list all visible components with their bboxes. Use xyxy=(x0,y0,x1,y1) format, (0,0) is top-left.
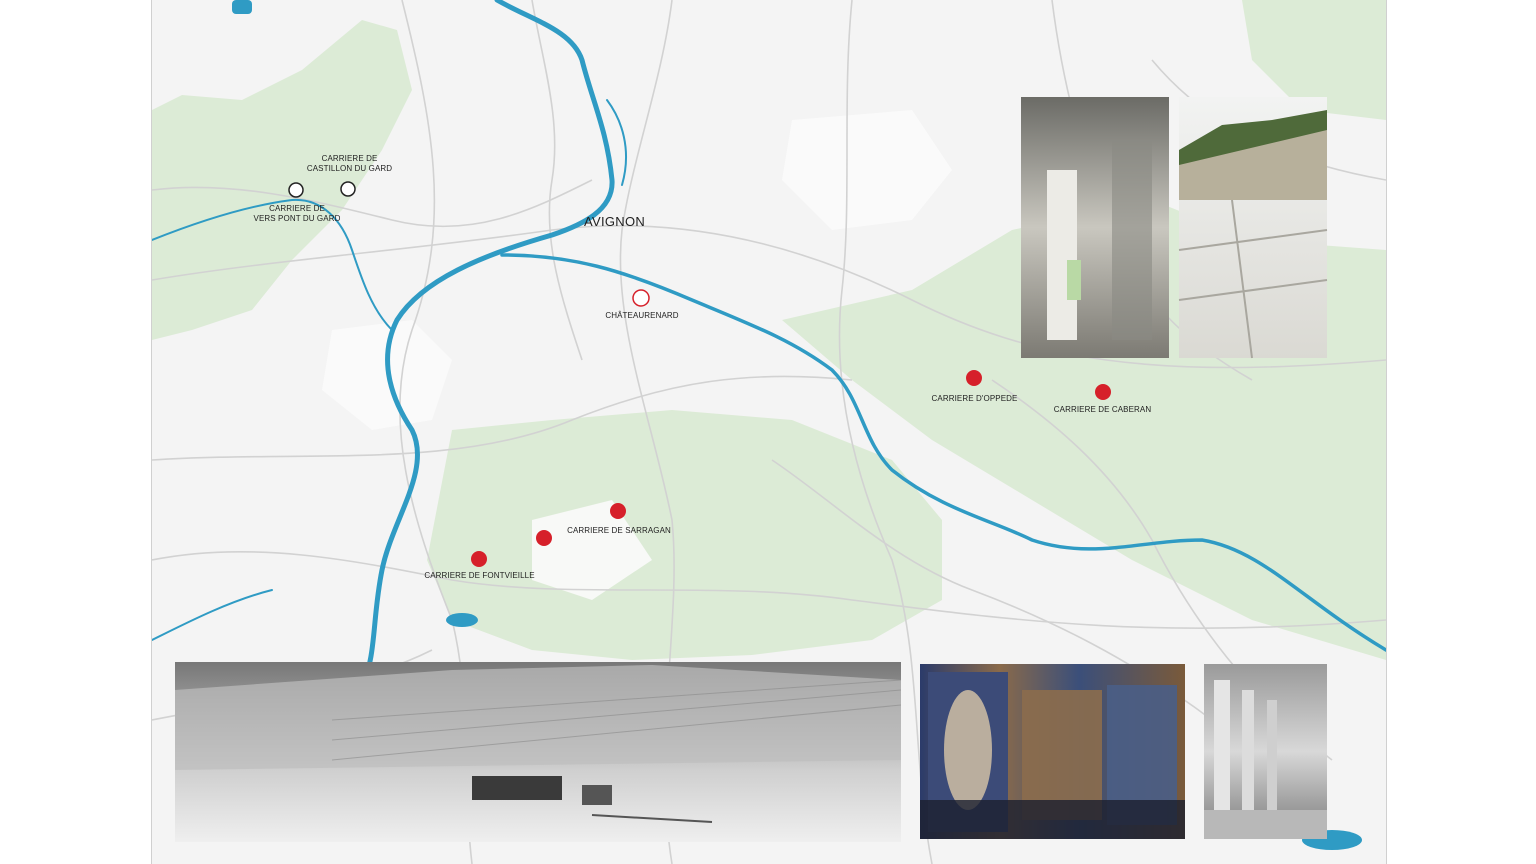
label-fontvieille: CARRIERE DE FONTVIEILLE xyxy=(424,571,535,580)
map-canvas xyxy=(152,0,1386,864)
label-vers-pont-du-gard: CARRIERE DE VERS PONT DU GARD xyxy=(252,204,342,224)
marker-vers-pont-du-gard[interactable] xyxy=(288,182,304,198)
label-oppede: CARRIERE D'OPPEDE xyxy=(931,394,1018,403)
photo-projection-hall xyxy=(920,664,1185,839)
photo-cave-interior xyxy=(1021,97,1169,358)
marker-sarragan[interactable] xyxy=(610,503,626,519)
photo-open-quarry xyxy=(1178,97,1328,359)
forest-area-south xyxy=(427,410,942,660)
map-frame: AVIGNON CARRIERE DE VERS PONT DU GARD CA… xyxy=(151,0,1387,864)
label-caberan: CARRIERE DE CABERAN xyxy=(1053,405,1152,414)
city-label-avignon: AVIGNON xyxy=(584,214,646,229)
label-castillon-line1: CARRIERE DE xyxy=(321,154,378,163)
label-sarragan: CARRIERE DE SARRAGAN xyxy=(567,526,671,535)
photo-quarry-panorama xyxy=(175,662,902,842)
marker-unnamed-quarry[interactable] xyxy=(536,530,552,546)
marker-castillon-du-gard[interactable] xyxy=(340,181,356,197)
label-castillon-du-gard: CARRIERE DE CASTILLON DU GARD xyxy=(302,154,397,174)
label-castillon-line2: CASTILLON DU GARD xyxy=(306,164,393,173)
label-chateaurenard: CHÂTEAURENARD xyxy=(605,311,679,320)
marker-fontvieille[interactable] xyxy=(471,551,487,567)
river-south xyxy=(152,589,273,641)
label-vers-line2: VERS PONT DU GARD xyxy=(253,214,341,223)
marker-caberan[interactable] xyxy=(1095,384,1111,400)
label-vers-line1: CARRIERE DE xyxy=(269,204,325,213)
marker-oppede[interactable] xyxy=(966,370,982,386)
marker-chateaurenard[interactable] xyxy=(632,289,650,307)
forest-area-west xyxy=(152,20,412,340)
photo-pillar-hall xyxy=(1204,664,1327,839)
